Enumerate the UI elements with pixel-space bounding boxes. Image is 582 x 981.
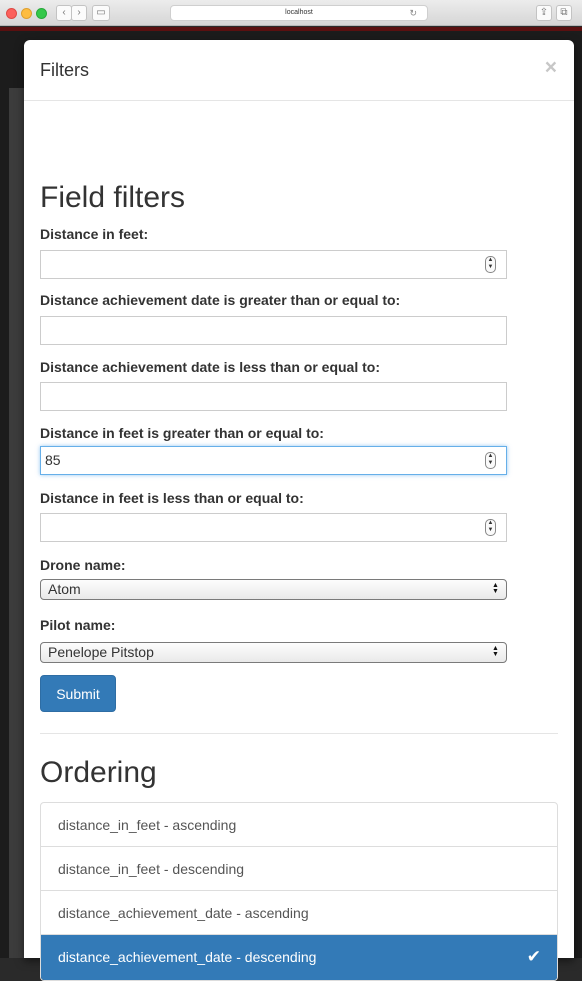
date-gte-label: Distance achievement date is greater tha… [40,292,401,308]
close-window-icon[interactable] [6,8,17,19]
distance-in-feet-input[interactable]: ▲ ▼ [40,250,507,279]
section-divider [40,733,558,734]
pilot-name-select[interactable]: Penelope Pitstop ▲▼ [40,642,507,663]
select-arrows-icon: ▲▼ [492,645,499,657]
address-text: localhost [285,9,313,16]
tabs-icon[interactable]: ⧉ [556,5,572,21]
ordering-item[interactable]: distance_in_feet - descending [41,847,557,891]
back-icon[interactable]: ‹ [56,5,72,21]
reload-icon[interactable]: ↻ [409,6,417,20]
close-button[interactable]: × [545,57,557,78]
select-arrows-icon: ▲▼ [492,582,499,594]
drone-name-select[interactable]: Atom ▲▼ [40,579,507,600]
filters-modal: Filters × Field filters Distance in feet… [24,40,574,981]
browser-titlebar: ‹ › ▭ localhost ↻ ⇪ ⧉ [0,0,582,26]
distance-lte-input[interactable]: ▲ ▼ [40,513,507,542]
number-spinner-icon[interactable]: ▲ ▼ [485,519,496,536]
ordering-item[interactable]: distance_in_feet - ascending [41,803,557,847]
distance-lte-label: Distance in feet is less than or equal t… [40,490,304,506]
share-icon[interactable]: ⇪ [536,5,552,21]
input-value: 85 [45,452,61,468]
backdrop-strip-left [9,88,25,958]
select-value: Atom [48,581,81,597]
distance-in-feet-label: Distance in feet: [40,226,149,242]
select-value: Penelope Pitstop [48,644,154,660]
number-spinner-icon[interactable]: ▲ ▼ [485,256,496,273]
address-bar[interactable]: localhost ↻ [170,5,428,21]
submit-button[interactable]: Submit [40,675,116,712]
date-gte-input[interactable] [40,316,507,345]
ordering-list: distance_in_feet - ascending distance_in… [40,802,558,981]
date-lte-input[interactable] [40,382,507,411]
minimize-window-icon[interactable] [21,8,32,19]
distance-gte-input[interactable]: 85 ▲ ▼ [40,446,507,475]
number-spinner-icon[interactable]: ▲ ▼ [485,452,496,469]
ordering-item-label: distance_achievement_date - descending [58,949,317,965]
checkmark-icon: ✔ [526,947,541,966]
sidebar-icon[interactable]: ▭ [92,5,110,21]
forward-icon[interactable]: › [71,5,87,21]
field-filters-heading: Field filters [40,181,186,214]
page-header-strip [0,27,582,31]
ordering-heading: Ordering [40,756,157,789]
pilot-name-label: Pilot name: [40,617,116,633]
ordering-item-label: distance_achievement_date - ascending [58,905,309,921]
maximize-window-icon[interactable] [36,8,47,19]
modal-title: Filters [40,60,89,80]
drone-name-label: Drone name: [40,557,126,573]
ordering-item-label: distance_in_feet - ascending [58,817,237,833]
modal-header: Filters × [24,40,574,101]
distance-gte-label: Distance in feet is greater than or equa… [40,425,324,441]
date-lte-label: Distance achievement date is less than o… [40,359,380,375]
ordering-item-label: distance_in_feet - descending [58,861,245,877]
ordering-item[interactable]: distance_achievement_date - ascending [41,891,557,935]
